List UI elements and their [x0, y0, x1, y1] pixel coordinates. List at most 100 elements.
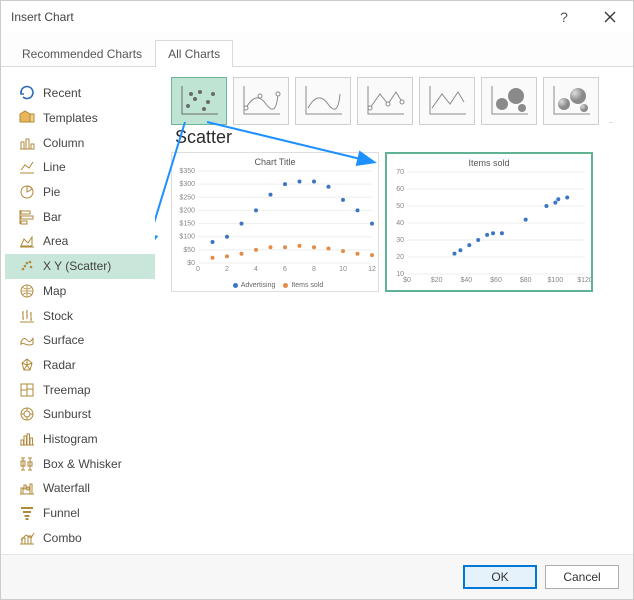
- help-button[interactable]: ?: [541, 1, 587, 33]
- sidebar-item-recent[interactable]: Recent: [5, 81, 155, 106]
- svg-text:30: 30: [396, 237, 404, 244]
- svg-text:$100: $100: [179, 234, 195, 241]
- close-button[interactable]: [587, 1, 633, 33]
- svg-text:$350: $350: [179, 168, 195, 175]
- sidebar-item-label: Combo: [43, 531, 82, 545]
- sidebar-item-label: Templates: [43, 111, 98, 125]
- subtype-title: Scatter: [175, 127, 621, 148]
- subtype-scatter-smooth-markers[interactable]: [233, 77, 289, 125]
- sidebar-item-label: Histogram: [43, 432, 98, 446]
- sidebar-item-sunburst[interactable]: Sunburst: [5, 402, 155, 427]
- sidebar-item-label: Column: [43, 136, 84, 150]
- sidebar-item-funnel[interactable]: Funnel: [5, 501, 155, 526]
- histogram-icon: [19, 431, 35, 447]
- preview-1-title: Chart Title: [172, 153, 378, 167]
- sidebar-item-treemap[interactable]: Treemap: [5, 377, 155, 402]
- insert-chart-dialog: Insert Chart ? Recommended Charts All Ch…: [0, 0, 634, 600]
- tab-recommended[interactable]: Recommended Charts: [9, 40, 155, 67]
- sidebar-item-boxwhisker[interactable]: Box & Whisker: [5, 451, 155, 476]
- svg-text:$250: $250: [179, 194, 195, 201]
- subtype-bubble[interactable]: [481, 77, 537, 125]
- sidebar-item-label: Pie: [43, 185, 60, 199]
- sidebar-item-label: Surface: [43, 333, 84, 347]
- sidebar-item-label: Map: [43, 284, 66, 298]
- svg-text:4: 4: [254, 266, 258, 273]
- subtype-scatter[interactable]: [171, 77, 227, 125]
- ok-button[interactable]: OK: [463, 565, 537, 589]
- svg-text:12: 12: [368, 266, 376, 273]
- sidebar-item-bar[interactable]: Bar: [5, 204, 155, 229]
- subtype-bubble-3d[interactable]: [543, 77, 599, 125]
- subtype-scatter-straight[interactable]: [419, 77, 475, 125]
- content-pane: Scatter Chart Title $0$50$100$150$200$25…: [155, 77, 621, 554]
- sunburst-icon: [19, 406, 35, 422]
- svg-text:20: 20: [396, 254, 404, 261]
- surface-icon: [19, 332, 35, 348]
- svg-text:8: 8: [312, 266, 316, 273]
- waterfall-icon: [19, 480, 35, 496]
- sidebar-item-column[interactable]: Column: [5, 130, 155, 155]
- svg-text:$150: $150: [179, 221, 195, 228]
- svg-text:10: 10: [339, 266, 347, 273]
- sidebar-item-templates[interactable]: Templates: [5, 106, 155, 131]
- preview-2-title: Items sold: [387, 154, 591, 168]
- sidebar-item-area[interactable]: Area: [5, 229, 155, 254]
- subtype-scatter-straight-markers[interactable]: [357, 77, 413, 125]
- svg-text:$60: $60: [490, 277, 502, 284]
- sidebar-item-stock[interactable]: Stock: [5, 303, 155, 328]
- sidebar-item-radar[interactable]: Radar: [5, 353, 155, 378]
- sidebar-item-waterfall[interactable]: Waterfall: [5, 476, 155, 501]
- sidebar-item-label: Radar: [43, 358, 76, 372]
- preview-chart-1[interactable]: Chart Title $0 $50 $100 $150 $200 $250 $300 $35…: [171, 152, 379, 292]
- svg-text:2: 2: [225, 266, 229, 273]
- column-icon: [19, 135, 35, 151]
- combo-icon: [19, 530, 35, 546]
- chart-type-sidebar: Recent Templates Column Line Pie Bar Area X Y (…: [5, 77, 155, 554]
- sidebar-item-label: Box & Whisker: [43, 457, 122, 471]
- sidebar-item-label: X Y (Scatter): [43, 259, 111, 273]
- titlebar: Insert Chart ?: [1, 1, 633, 33]
- treemap-icon: [19, 382, 35, 398]
- radar-icon: [19, 357, 35, 373]
- sidebar-item-label: Waterfall: [43, 481, 90, 495]
- svg-text:0: 0: [196, 266, 200, 273]
- sidebar-item-pie[interactable]: Pie: [5, 180, 155, 205]
- dialog-title: Insert Chart: [11, 10, 74, 24]
- sidebar-item-histogram[interactable]: Histogram: [5, 427, 155, 452]
- sidebar-item-label: Bar: [43, 210, 62, 224]
- svg-text:$50: $50: [183, 247, 195, 254]
- sidebar-item-label: Area: [43, 234, 68, 248]
- area-icon: [19, 233, 35, 249]
- preview-1-legend: Advertising Items sold: [172, 282, 378, 289]
- svg-text:$300: $300: [179, 181, 195, 188]
- svg-text:$200: $200: [179, 207, 195, 214]
- svg-text:$120: $120: [577, 277, 591, 284]
- svg-text:$80: $80: [520, 277, 532, 284]
- cancel-button[interactable]: Cancel: [545, 565, 619, 589]
- svg-text:60: 60: [396, 186, 404, 193]
- tab-strip: Recommended Charts All Charts: [1, 33, 633, 67]
- subtype-scatter-smooth[interactable]: [295, 77, 351, 125]
- funnel-icon: [19, 505, 35, 521]
- sidebar-item-line[interactable]: Line: [5, 155, 155, 180]
- boxwhisker-icon: [19, 456, 35, 472]
- stock-icon: [19, 308, 35, 324]
- svg-text:70: 70: [396, 169, 404, 176]
- map-icon: [19, 283, 35, 299]
- sidebar-item-surface[interactable]: Surface: [5, 328, 155, 353]
- sidebar-item-map[interactable]: Map: [5, 279, 155, 304]
- svg-text:6: 6: [283, 266, 287, 273]
- svg-text:50: 50: [396, 203, 404, 210]
- tab-all-charts[interactable]: All Charts: [155, 40, 233, 67]
- svg-text:40: 40: [396, 220, 404, 227]
- preview-chart-2[interactable]: Items sold 10203040506070$0$20$40$60$80$…: [385, 152, 593, 292]
- svg-text:$20: $20: [431, 277, 443, 284]
- sidebar-item-label: Funnel: [43, 506, 80, 520]
- subtype-row: [165, 77, 621, 125]
- svg-text:$0: $0: [187, 260, 195, 267]
- sidebar-item-label: Recent: [43, 86, 81, 100]
- sidebar-item-combo[interactable]: Combo: [5, 525, 155, 550]
- sidebar-item-scatter[interactable]: X Y (Scatter): [5, 254, 155, 279]
- sidebar-item-label: Stock: [43, 309, 73, 323]
- bar-icon: [19, 209, 35, 225]
